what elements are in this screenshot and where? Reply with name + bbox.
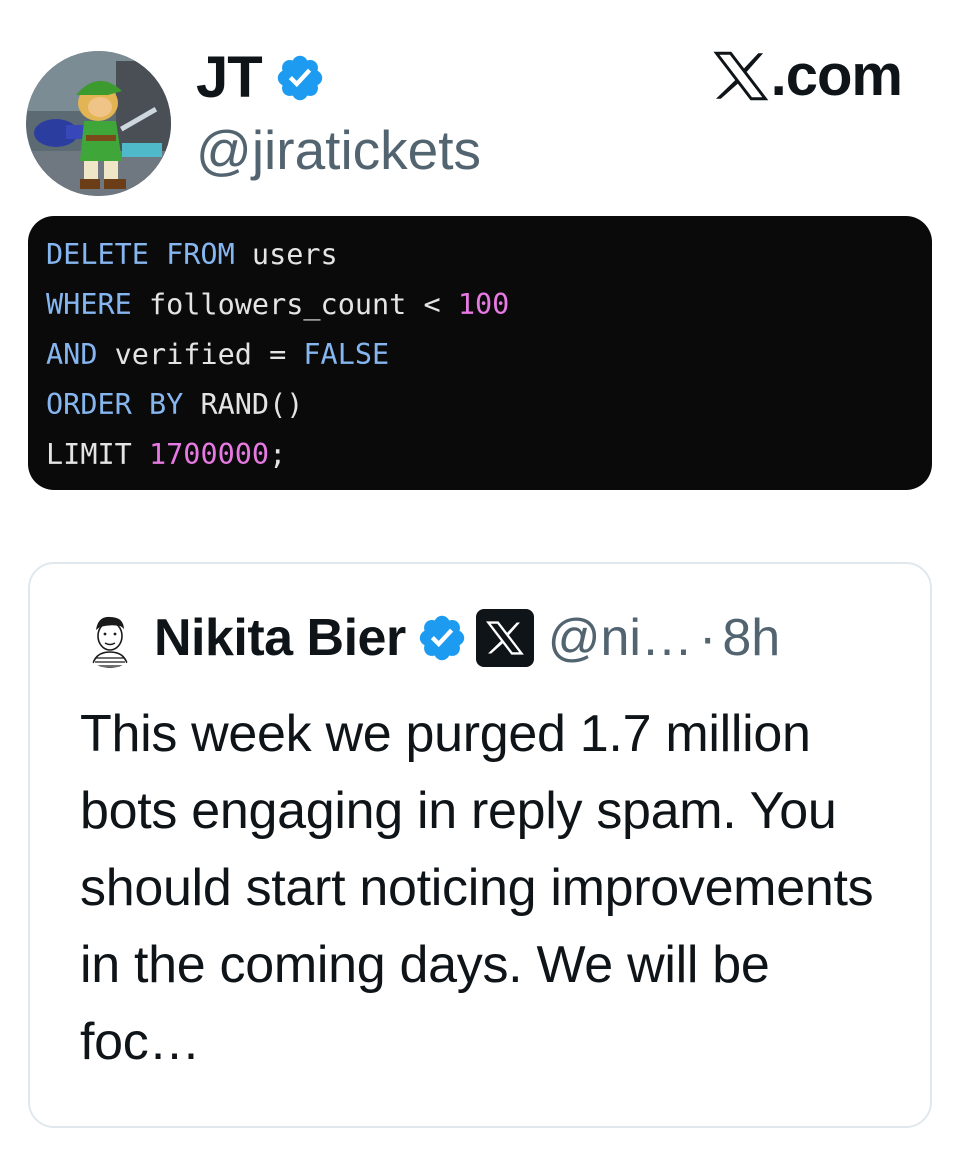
zelda-link-avatar-icon	[26, 51, 171, 196]
code-line: LIMIT 1700000;	[46, 430, 914, 480]
meta-separator: ·	[698, 609, 717, 667]
code-line: AND verified = FALSE	[46, 330, 914, 380]
sketch-portrait-avatar-icon	[80, 608, 140, 668]
verified-badge-icon	[277, 55, 322, 101]
sql-code-block: DELETE FROM users WHERE followers_count <…	[28, 216, 932, 490]
code-token-num: 1700000	[148, 438, 270, 471]
brand-label: .com	[770, 43, 903, 108]
author-name-row: JT	[196, 46, 326, 110]
author-handle[interactable]: @jiratickets	[196, 118, 481, 182]
code-token-kw: FALSE	[303, 338, 390, 371]
code-token-txt: RAND()	[183, 388, 304, 421]
code-line: DELETE FROM users	[46, 230, 914, 280]
code-token-txt: LIMIT	[46, 438, 132, 471]
code-token-kw: WHERE	[46, 288, 132, 321]
author-display-name[interactable]: JT	[196, 46, 263, 110]
quoted-author-handle[interactable]: @ni…	[548, 608, 693, 668]
code-line: WHERE followers_count < 100	[46, 280, 914, 330]
quoted-author-avatar[interactable]	[80, 608, 140, 668]
quoted-tweet-text: This week we purged 1.7 million bots eng…	[80, 705, 874, 1071]
quoted-tweet-timestamp[interactable]: 8h	[722, 608, 780, 668]
x-affiliate-badge-icon	[475, 609, 534, 667]
quoted-tweet-header: Nikita Bier @ni… · 8h	[80, 608, 780, 668]
quoted-author-name[interactable]: Nikita Bier	[154, 608, 406, 668]
code-token-kw: AND	[46, 338, 98, 371]
x-logo-icon	[713, 51, 768, 101]
quoted-tweet-card[interactable]: Nikita Bier @ni… · 8h This week we purge…	[28, 562, 932, 1128]
code-token-txt: users	[234, 238, 338, 271]
code-token-txt: ;	[269, 438, 287, 471]
author-avatar[interactable]	[26, 51, 171, 196]
verified-badge-icon	[419, 615, 464, 661]
code-token-txt: verified =	[97, 338, 304, 371]
code-line: ORDER BY RAND()	[46, 380, 914, 430]
code-token-num: 100	[457, 288, 510, 321]
code-token-kw: DELETE FROM	[46, 238, 235, 271]
brand-x-com[interactable]: .com	[713, 43, 903, 108]
code-token-txt: followers_count <	[131, 288, 458, 321]
code-token-kw: ORDER BY	[46, 388, 184, 421]
